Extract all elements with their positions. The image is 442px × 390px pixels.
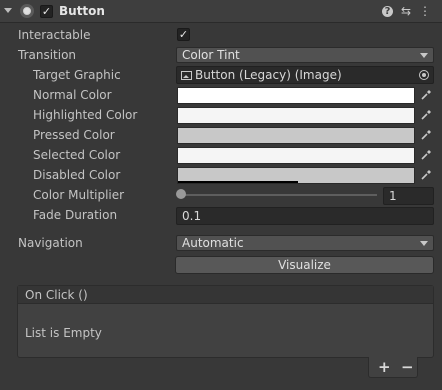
transition-label: Transition bbox=[18, 48, 77, 62]
image-icon bbox=[181, 71, 192, 80]
add-icon[interactable]: + bbox=[378, 358, 391, 376]
eyedropper-icon[interactable] bbox=[420, 149, 432, 161]
chevron-down-icon bbox=[420, 241, 428, 246]
color-multiplier-label: Color Multiplier bbox=[33, 188, 125, 202]
fade-duration-input[interactable]: 0.1 bbox=[176, 207, 434, 225]
preset-icon[interactable]: ⇆ bbox=[399, 4, 413, 18]
highlighted-color-label: Highlighted Color bbox=[33, 108, 138, 122]
chevron-down-icon bbox=[420, 53, 428, 58]
selected-color-field[interactable] bbox=[177, 147, 415, 164]
normal-color-field[interactable] bbox=[177, 87, 415, 104]
navigation-dropdown[interactable]: Automatic bbox=[176, 235, 434, 251]
disabled-color-field[interactable] bbox=[177, 167, 415, 184]
remove-icon[interactable]: − bbox=[401, 358, 414, 376]
eyedropper-icon[interactable] bbox=[420, 109, 432, 121]
visualize-button[interactable]: Visualize bbox=[175, 256, 434, 274]
component-enabled-checkbox[interactable]: ✓ bbox=[40, 5, 53, 18]
help-icon[interactable]: ? bbox=[382, 6, 393, 17]
interactable-label: Interactable bbox=[18, 28, 91, 42]
target-graphic-value: Button (Legacy) (Image) bbox=[195, 68, 342, 82]
component-header: ✓ Button ? ⇆ ⋮ bbox=[0, 0, 442, 23]
pressed-color-field[interactable] bbox=[177, 127, 415, 144]
color-multiplier-slider-handle[interactable] bbox=[176, 189, 186, 199]
on-click-header: On Click () bbox=[18, 286, 433, 304]
pressed-color-label: Pressed Color bbox=[33, 128, 115, 142]
list-footer: + − bbox=[368, 357, 418, 378]
object-picker-icon[interactable] bbox=[419, 70, 429, 80]
selected-color-label: Selected Color bbox=[33, 148, 121, 162]
color-multiplier-input[interactable]: 1 bbox=[383, 187, 434, 205]
component-title: Button bbox=[59, 4, 105, 18]
eyedropper-icon[interactable] bbox=[420, 89, 432, 101]
fade-duration-label: Fade Duration bbox=[33, 208, 118, 222]
color-multiplier-slider-track[interactable] bbox=[181, 194, 377, 196]
transition-value: Color Tint bbox=[182, 48, 240, 62]
on-click-event-list: On Click () List is Empty bbox=[17, 285, 434, 358]
navigation-value: Automatic bbox=[182, 236, 244, 250]
highlighted-color-field[interactable] bbox=[177, 107, 415, 124]
eyedropper-icon[interactable] bbox=[420, 169, 432, 181]
overflow-menu-icon[interactable]: ⋮ bbox=[418, 4, 432, 18]
interactable-checkbox[interactable]: ✓ bbox=[177, 28, 190, 41]
target-graphic-label: Target Graphic bbox=[33, 68, 121, 82]
normal-color-label: Normal Color bbox=[33, 88, 112, 102]
transition-dropdown[interactable]: Color Tint bbox=[176, 47, 434, 63]
list-empty-text: List is Empty bbox=[25, 326, 102, 340]
navigation-label: Navigation bbox=[18, 236, 83, 250]
target-graphic-field[interactable]: Button (Legacy) (Image) bbox=[176, 66, 434, 84]
alpha-indicator bbox=[178, 181, 298, 183]
disabled-color-label: Disabled Color bbox=[33, 168, 121, 182]
foldout-arrow-icon[interactable] bbox=[4, 8, 12, 13]
component-icon bbox=[20, 4, 34, 18]
on-click-title: On Click () bbox=[25, 288, 88, 302]
eyedropper-icon[interactable] bbox=[420, 129, 432, 141]
